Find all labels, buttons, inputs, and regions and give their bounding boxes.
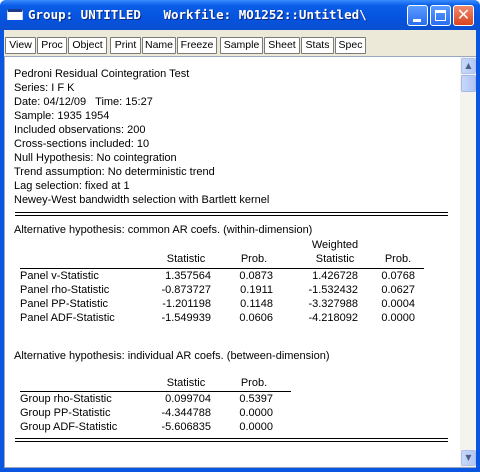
prob-value: 0.1148 <box>240 298 273 310</box>
minimize-icon <box>413 19 421 22</box>
name-button[interactable]: Name <box>142 37 176 54</box>
eviews-group-window: Group: UNTITLED Workfile: MO1252::Untitl… <box>0 0 480 472</box>
sample-button[interactable]: Sample <box>220 37 263 54</box>
spec-button[interactable]: Spec <box>335 37 366 54</box>
weighted-statistic-value: -4.218092 <box>308 312 358 324</box>
prob-value: 0.0606 <box>239 312 273 324</box>
within-dimension-title: Alternative hypothesis: common AR coefs.… <box>14 224 313 236</box>
row-label: Panel rho-Statistic <box>20 284 110 296</box>
scroll-up-button[interactable]: ▲ <box>461 58 476 74</box>
sheet-button[interactable]: Sheet <box>264 37 300 54</box>
weighted-prob-value: 0.0000 <box>381 312 415 324</box>
weighted-statistic-value: -1.532432 <box>308 284 358 296</box>
vertical-scrollbar[interactable]: ▲ ▼ <box>460 57 476 467</box>
proc-button[interactable]: Proc <box>37 37 67 54</box>
row-label: Panel ADF-Statistic <box>20 312 115 324</box>
column-header: Statistic <box>315 253 355 265</box>
section-divider <box>15 212 448 213</box>
minimize-button[interactable] <box>407 5 428 26</box>
date-line: Date: 04/12/09 Time: 15:27 <box>14 96 153 108</box>
window-bottom-border <box>0 468 480 472</box>
stats-button[interactable]: Stats <box>301 37 334 54</box>
statistic-value: -1.201198 <box>162 298 211 310</box>
trend-assumption-line: Trend assumption: No deterministic trend <box>14 166 215 178</box>
weighted-statistic-value: -3.327988 <box>308 298 358 310</box>
statistic-value: -4.344788 <box>161 407 211 419</box>
statistic-value: -0.873727 <box>161 284 211 296</box>
row-label: Group rho-Statistic <box>20 393 112 405</box>
print-button[interactable]: Print <box>110 37 141 54</box>
weighted-prob-value: 0.0768 <box>381 270 415 282</box>
prob-value: 0.0873 <box>239 270 273 282</box>
prob-value: 0.5397 <box>239 393 273 405</box>
column-header: Statistic <box>166 253 206 265</box>
row-label: Group PP-Statistic <box>20 407 111 419</box>
section-divider <box>15 438 448 439</box>
column-header: Statistic <box>166 377 206 389</box>
row-label: Panel PP-Statistic <box>20 298 109 310</box>
freeze-button[interactable]: Freeze <box>177 37 217 54</box>
title-bar[interactable]: Group: UNTITLED Workfile: MO1252::Untitl… <box>0 0 480 30</box>
scroll-thumb[interactable] <box>461 75 476 92</box>
object-button[interactable]: Object <box>68 37 107 54</box>
series-line: Series: I F K <box>14 82 75 94</box>
table-rule <box>20 268 424 269</box>
column-header: Prob. <box>384 253 412 265</box>
section-divider <box>15 215 448 216</box>
view-button[interactable]: View <box>5 37 36 54</box>
weighted-prob-value: 0.0004 <box>381 298 415 310</box>
null-hypothesis-line: Null Hypothesis: No cointegration <box>14 152 177 164</box>
statistic-value: 1.357564 <box>165 270 211 282</box>
toolbar: View Proc Object Print Name Freeze Sampl… <box>4 30 476 56</box>
prob-value: 0.0000 <box>239 421 273 433</box>
window-icon[interactable] <box>7 9 23 20</box>
column-header: Prob. <box>240 253 268 265</box>
prob-value: 0.1911 <box>240 284 273 296</box>
test-title: Pedroni Residual Cointegration Test <box>14 68 190 80</box>
section-divider <box>15 441 448 442</box>
weighted-statistic-value: 1.426728 <box>312 270 358 282</box>
statistic-value: 0.099704 <box>165 393 211 405</box>
window-title: Group: UNTITLED Workfile: MO1252::Untitl… <box>28 7 367 22</box>
sample-line: Sample: 1935 1954 <box>14 110 110 122</box>
maximize-button[interactable] <box>430 5 451 26</box>
scroll-down-button[interactable]: ▼ <box>461 450 476 466</box>
column-header: Prob. <box>240 377 268 389</box>
between-dimension-title: Alternative hypothesis: individual AR co… <box>14 350 330 362</box>
close-button[interactable]: ✕ <box>453 5 474 26</box>
bandwidth-line: Newey-West bandwidth selection with Bart… <box>14 194 270 206</box>
table-rule <box>20 391 291 392</box>
statistic-value: -5.606835 <box>161 421 211 433</box>
lag-selection-line: Lag selection: fixed at 1 <box>14 180 130 192</box>
maximize-icon <box>435 10 446 21</box>
prob-value: 0.0000 <box>239 407 273 419</box>
close-icon: ✕ <box>456 5 471 24</box>
cross-sections-line: Cross-sections included: 10 <box>14 138 150 150</box>
row-label: Group ADF-Statistic <box>20 421 118 433</box>
output-view[interactable]: Pedroni Residual Cointegration Test Seri… <box>4 56 476 468</box>
weighted-prob-value: 0.0627 <box>381 284 415 296</box>
weighted-label: Weighted <box>311 239 359 251</box>
statistic-value: -1.549939 <box>161 312 211 324</box>
observations-line: Included observations: 200 <box>14 124 146 136</box>
row-label: Panel v-Statistic <box>20 270 99 282</box>
